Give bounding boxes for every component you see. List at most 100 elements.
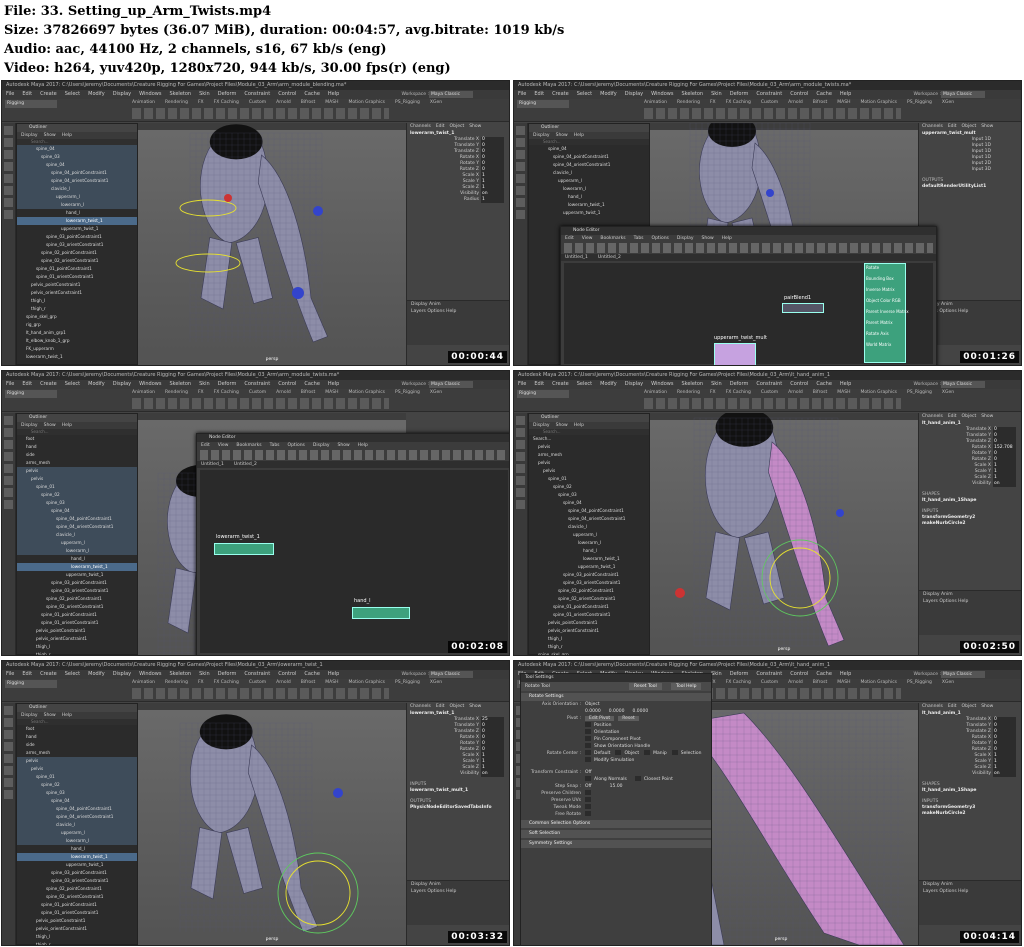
shelf-tab[interactable]: Arnold <box>276 680 291 685</box>
tool-help-button[interactable]: Tool Help <box>671 683 702 690</box>
tool-icon[interactable] <box>4 416 13 425</box>
shelf-tab[interactable]: Arnold <box>788 390 803 395</box>
outliner-menu-item[interactable]: Display <box>533 423 550 428</box>
node-editor-menu-item[interactable]: Edit <box>565 236 574 241</box>
shelf-tab[interactable]: Motion Graphics <box>348 390 385 395</box>
tool-icon[interactable] <box>4 730 13 739</box>
shelf-tab[interactable]: Rendering <box>677 390 700 395</box>
checkbox[interactable] <box>585 811 591 816</box>
outliner-row[interactable]: spine_04_pointConstraint1 <box>17 805 137 813</box>
channel-menu-item[interactable]: Edit <box>436 124 445 129</box>
extra-option[interactable]: Preserve Children <box>521 790 711 797</box>
channel-menu-item[interactable]: Channels <box>922 414 943 419</box>
shape-node[interactable]: lt_hand_anim_1Shape <box>919 788 1021 794</box>
outliner-row[interactable]: rig_grp <box>17 321 137 329</box>
outliner-row[interactable]: clavicle_l <box>17 821 137 829</box>
menu-edit[interactable]: Edit <box>22 671 32 677</box>
checkbox[interactable] <box>585 757 591 762</box>
node-editor-toolbar[interactable] <box>564 243 933 253</box>
channel-menu-item[interactable]: Show <box>469 124 481 129</box>
shelf-tab[interactable]: PS_Rigging <box>395 100 420 105</box>
menu-windows[interactable]: Windows <box>651 381 673 387</box>
node-editor-tab[interactable]: Untitled_2 <box>234 462 257 467</box>
outliner-row[interactable]: side <box>17 741 137 749</box>
tool-icon[interactable] <box>4 464 13 473</box>
checkbox[interactable] <box>585 790 591 795</box>
edit-pivot-button[interactable]: Edit Pivot <box>585 716 615 721</box>
outliner-row[interactable]: foot <box>17 725 137 733</box>
channel-menu-item[interactable]: Show <box>981 704 993 709</box>
menu-help[interactable]: Help <box>840 671 851 677</box>
shelf-tab[interactable]: Arnold <box>276 390 291 395</box>
hand-node[interactable] <box>352 607 410 619</box>
node-editor-menu-item[interactable]: Options <box>652 236 669 241</box>
outliner-row[interactable]: thigh_r <box>17 941 137 945</box>
outliner-row[interactable]: upperarm_l <box>17 193 137 201</box>
shelf-tab[interactable]: XGen <box>430 390 442 395</box>
node-editor-menu-item[interactable]: Help <box>358 443 368 448</box>
node-editor-menu-item[interactable]: View <box>582 236 593 241</box>
menu-skeleton[interactable]: Skeleton <box>681 91 703 97</box>
shelf-tab[interactable]: XGen <box>942 390 954 395</box>
workspace-select[interactable]: Maya Classic <box>941 671 985 678</box>
outliner-row[interactable]: spine_03_pointConstraint1 <box>17 579 137 587</box>
outliner-row[interactable]: pelvis_pointConstraint1 <box>17 627 137 635</box>
outliner-row[interactable]: spine_02_pointConstraint1 <box>17 249 137 257</box>
rotate-settings-section[interactable]: Rotate Settings <box>521 693 711 701</box>
menu-edit[interactable]: Edit <box>534 91 544 97</box>
channel-menu-item[interactable]: Channels <box>922 124 943 129</box>
outliner-row[interactable]: spine_03 <box>17 153 137 161</box>
outliner-row[interactable]: pelvis_orientConstraint1 <box>17 635 137 643</box>
tool-icon[interactable] <box>4 162 13 171</box>
pivot-option[interactable]: Position <box>521 722 711 729</box>
shelf-tab[interactable]: MASH <box>837 390 850 395</box>
mode-select[interactable]: Rigging <box>517 100 569 108</box>
menu-cache[interactable]: Cache <box>304 671 320 677</box>
outliner-row[interactable]: spine_04 <box>17 145 137 153</box>
channel-menu-item[interactable]: Edit <box>948 704 957 709</box>
shelf-tab[interactable]: PS_Rigging <box>907 680 932 685</box>
channel-attr-value[interactable]: on <box>481 771 504 777</box>
outliner-row[interactable]: spine_03_pointConstraint1 <box>17 233 137 241</box>
outliner-menu-item[interactable]: Display <box>21 423 38 428</box>
channel-menu-item[interactable]: Edit <box>948 414 957 419</box>
outliner-row[interactable]: spine_03_orientConstraint1 <box>17 241 137 249</box>
tool-icon[interactable] <box>516 428 525 437</box>
node-editor-menu-item[interactable]: Edit <box>201 443 210 448</box>
shelf-tab[interactable]: Motion Graphics <box>348 680 385 685</box>
menu-display[interactable]: Display <box>625 91 643 97</box>
menu-constraint[interactable]: Constraint <box>756 381 782 387</box>
menu-create[interactable]: Create <box>40 671 57 677</box>
workspace-select[interactable]: Maya Classic <box>941 91 985 98</box>
shelf-tab[interactable]: Custom <box>761 680 778 685</box>
pairblend-node[interactable] <box>782 303 824 313</box>
outliner-row[interactable]: thigh_l <box>17 643 137 651</box>
outliner-row[interactable]: clavicle_l <box>529 523 649 531</box>
mode-select[interactable]: Rigging <box>5 680 57 688</box>
outliner-row[interactable]: pelvis_orientConstraint1 <box>17 925 137 933</box>
outliner-row[interactable]: Search... <box>529 435 649 443</box>
menu-edit[interactable]: Edit <box>22 381 32 387</box>
outliner-row[interactable]: FK_upperarm <box>17 345 137 353</box>
shelf-tab[interactable]: Motion Graphics <box>860 390 897 395</box>
outliner-row[interactable]: upperarm_twist_1 <box>17 861 137 869</box>
tool-icon[interactable] <box>4 476 13 485</box>
workspace-select[interactable]: Maya Classic <box>429 381 473 388</box>
outliner-row[interactable]: upperarm_twist_1 <box>529 563 649 571</box>
tool-settings-window[interactable]: Tool Settings Rotate Tool Reset Tool Tool H… <box>520 673 712 945</box>
outliner-row[interactable]: upperarm_l <box>529 177 649 185</box>
thumbnail-3[interactable]: Autodesk Maya 2017: C:\Users\jeremy\Docu… <box>1 370 510 656</box>
menu-modify[interactable]: Modify <box>600 381 617 387</box>
menu-control[interactable]: Control <box>790 91 808 97</box>
outliner-row[interactable]: lowerarm_twist_1 <box>17 353 137 361</box>
node-editor-menu-item[interactable]: Tabs <box>270 443 280 448</box>
menu-select[interactable]: Select <box>577 381 592 387</box>
tool-icon[interactable] <box>516 186 525 195</box>
shelf-icon-strip[interactable] <box>132 688 389 699</box>
thumbnail-4[interactable]: Autodesk Maya 2017: C:\Users\jeremy\Docu… <box>513 370 1022 656</box>
node-editor-toolbar[interactable] <box>200 450 508 460</box>
shelf-tab[interactable]: PS_Rigging <box>907 100 932 105</box>
outliner-row[interactable]: spine_03_orientConstraint1 <box>17 877 137 885</box>
radio-button[interactable] <box>585 750 591 755</box>
outliner-row[interactable]: hand_l <box>17 845 137 853</box>
